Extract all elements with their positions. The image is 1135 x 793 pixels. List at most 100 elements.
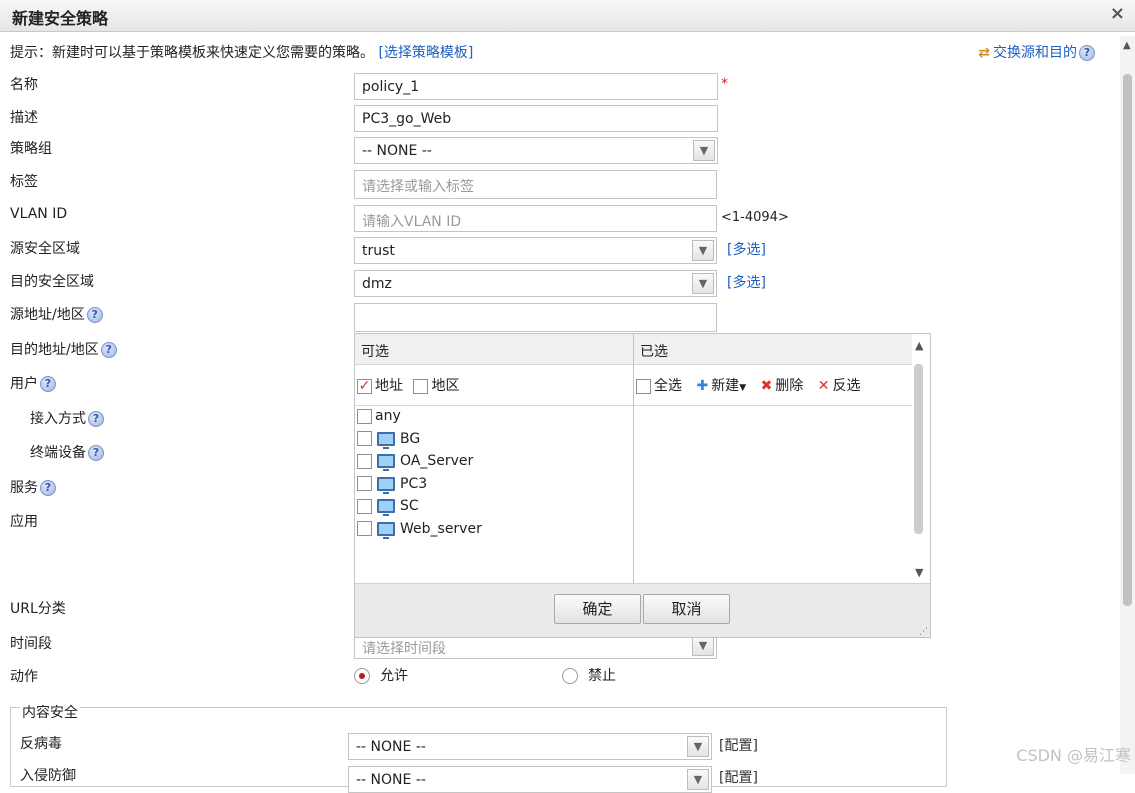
app-label: 应用 <box>10 514 38 530</box>
help-icon[interactable]: ? <box>88 411 104 427</box>
chevron-down-icon[interactable]: ▼ <box>692 240 714 261</box>
help-icon[interactable]: ? <box>100 342 117 358</box>
chevron-down-icon[interactable]: ▼ <box>687 769 709 790</box>
close-icon[interactable]: × <box>1110 3 1125 24</box>
dialog-title: 新建安全策略 <box>12 9 109 28</box>
src-zone-value: trust <box>362 243 395 259</box>
swap-src-dst-link[interactable]: ⇄ 交换源和目的? <box>978 42 1095 62</box>
chevron-down-icon[interactable]: ▼ <box>693 140 715 161</box>
scroll-thumb[interactable] <box>914 364 923 534</box>
service-label-text: 服务 <box>10 480 38 496</box>
selected-panel: 已选 全选 ✚ 新建▼ ✖ 删除 ✕ 反选 <box>634 334 914 583</box>
chevron-down-icon[interactable]: ▼ <box>692 273 714 294</box>
chevron-down-icon[interactable]: ▼ <box>692 635 714 656</box>
antivirus-label: 反病毒 <box>20 736 62 752</box>
available-panel: 可选 ✓ 地址 地区 any BG OA_Server PC3 SC Web_se… <box>355 334 634 583</box>
list-item-label: BG <box>400 430 421 447</box>
help-icon[interactable]: ? <box>88 445 104 461</box>
group-label: 策略组 <box>10 141 52 157</box>
computer-icon <box>377 476 395 494</box>
checkbox-icon[interactable] <box>357 476 372 492</box>
dst-zone-select[interactable]: dmz ▼ <box>354 270 717 297</box>
caret-down-icon: ▼ <box>739 383 747 393</box>
select-template-link[interactable]: [选择策略模板] <box>378 45 473 61</box>
list-item[interactable]: OA_Server <box>357 453 633 476</box>
checkbox-icon[interactable] <box>357 453 372 469</box>
filter-region-label: 地区 <box>431 378 460 394</box>
radio-checked-icon <box>354 668 370 684</box>
checkbox-icon[interactable] <box>357 498 372 514</box>
list-item[interactable]: any <box>357 408 633 431</box>
help-icon[interactable]: ? <box>40 376 56 392</box>
antivirus-config-link[interactable]: [配置] <box>719 735 758 755</box>
desc-input[interactable]: PC3_go_Web <box>354 105 718 132</box>
cancel-button[interactable]: 取消 <box>643 594 730 624</box>
computer-icon <box>377 431 395 449</box>
select-all-label: 全选 <box>654 378 682 394</box>
vlan-label: VLAN ID <box>10 206 68 222</box>
service-label: 服务? <box>10 477 56 497</box>
help-icon[interactable]: ? <box>86 307 103 323</box>
list-item[interactable]: BG <box>357 431 633 454</box>
action-deny-radio[interactable]: 禁止 <box>562 665 616 685</box>
filter-address-checkbox[interactable]: ✓ 地址 <box>357 378 403 394</box>
watermark: CSDN @易江寒 <box>1016 746 1131 765</box>
scroll-down-icon[interactable]: ▼ <box>915 566 923 579</box>
group-select[interactable]: -- NONE -- ▼ <box>354 137 718 164</box>
invert-button[interactable]: ✕ 反选 <box>818 378 861 394</box>
checkbox-icon[interactable] <box>357 521 372 537</box>
action-allow-label: 允许 <box>380 668 408 684</box>
popup-scrollbar[interactable]: ▲ ▼ <box>912 334 930 583</box>
action-allow-radio[interactable]: 允许 <box>354 665 408 685</box>
help-icon[interactable]: ? <box>40 480 56 496</box>
list-item-label: Web_server <box>400 520 482 537</box>
scroll-up-icon[interactable]: ▲ <box>915 339 923 352</box>
help-icon[interactable]: ? <box>1079 45 1095 61</box>
dst-zone-multi-link[interactable]: [多选] <box>727 272 766 292</box>
new-button[interactable]: ✚ 新建▼ <box>696 378 746 394</box>
antivirus-select[interactable]: -- NONE -- ▼ <box>348 733 712 760</box>
ips-value: -- NONE -- <box>356 772 426 788</box>
checkbox-icon[interactable] <box>357 431 372 447</box>
list-item-label: any <box>375 408 401 424</box>
list-item-label: PC3 <box>400 475 428 492</box>
hint-row: 提示：新建时可以基于策略模板来快速定义您需要的策略。 [选择策略模板] <box>10 42 473 62</box>
computer-icon <box>377 454 395 472</box>
swap-icon: ⇄ <box>978 45 990 61</box>
plus-icon: ✚ <box>696 378 709 394</box>
ips-config-link[interactable]: [配置] <box>719 767 758 787</box>
select-all-checkbox[interactable]: 全选 <box>636 378 682 394</box>
chevron-down-icon[interactable]: ▼ <box>687 736 709 757</box>
main-scrollbar[interactable]: ▲ <box>1120 36 1135 774</box>
list-item[interactable]: Web_server <box>357 521 633 544</box>
list-item[interactable]: SC <box>357 498 633 521</box>
user-label-text: 用户 <box>10 376 38 392</box>
list-item[interactable]: PC3 <box>357 476 633 499</box>
name-label: 名称 <box>10 77 38 93</box>
user-label: 用户? <box>10 373 56 393</box>
name-input[interactable]: policy_1 <box>354 73 718 100</box>
dst-zone-value: dmz <box>362 276 392 292</box>
src-zone-label: 源安全区域 <box>10 241 80 257</box>
access-label: 接入方式? <box>30 408 104 428</box>
computer-icon <box>377 499 395 517</box>
action-deny-label: 禁止 <box>588 668 616 684</box>
ips-select[interactable]: -- NONE -- ▼ <box>348 766 712 793</box>
ok-button[interactable]: 确定 <box>554 594 641 624</box>
delete-button[interactable]: ✖ 删除 <box>761 378 804 394</box>
tag-input[interactable]: 请选择或输入标签 <box>354 170 717 199</box>
list-item-label: OA_Server <box>400 453 474 470</box>
resize-grip-icon[interactable]: ⋰ <box>919 627 928 637</box>
src-zone-multi-link[interactable]: [多选] <box>727 239 766 259</box>
src-zone-select[interactable]: trust ▼ <box>354 237 717 264</box>
filter-region-checkbox[interactable]: 地区 <box>413 378 459 394</box>
vlan-input[interactable]: 请输入VLAN ID <box>354 205 717 232</box>
vlan-range-hint: <1-4094> <box>721 210 789 225</box>
hint-text: 提示：新建时可以基于策略模板来快速定义您需要的策略。 <box>10 45 374 61</box>
computer-icon <box>377 521 395 539</box>
src-addr-input[interactable] <box>354 303 717 332</box>
checkbox-icon[interactable] <box>357 408 372 424</box>
new-label: 新建 <box>711 378 740 394</box>
scroll-up-icon[interactable]: ▲ <box>1123 40 1131 51</box>
scroll-thumb[interactable] <box>1123 74 1132 606</box>
